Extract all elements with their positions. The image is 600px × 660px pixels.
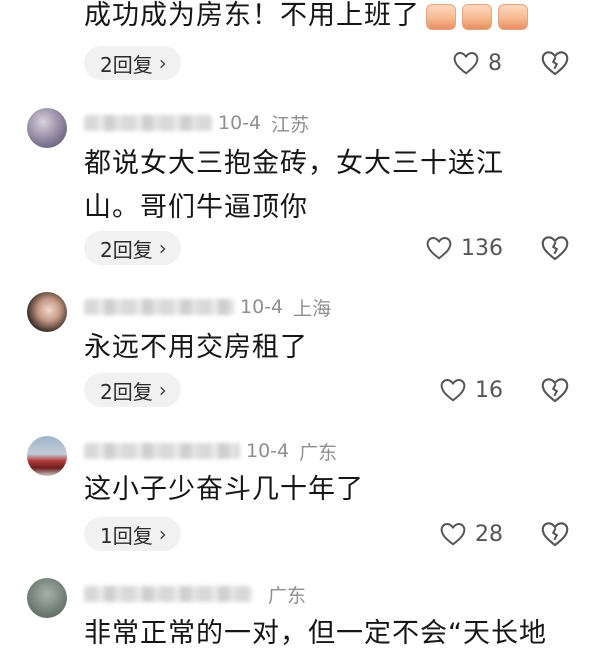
comment-text: 这小子少奋斗几十年了 [84, 474, 364, 505]
comment-location: 广东 [299, 441, 338, 464]
heart-outline-icon [440, 523, 466, 546]
heart-outline-icon [453, 52, 479, 75]
dislike-button[interactable] [541, 231, 569, 265]
avatar[interactable] [27, 292, 67, 332]
comment-text: 非常正常的一对，但一定不会“天长地 [84, 618, 547, 649]
avatar[interactable] [27, 436, 67, 476]
heart-outline-icon [440, 379, 466, 402]
broken-heart-icon [541, 522, 569, 547]
comment-meta: 10-4 广东 [84, 439, 338, 464]
like-count: 16 [475, 377, 503, 403]
username-blurred[interactable] [84, 115, 212, 131]
username-blurred[interactable] [84, 443, 240, 459]
view-replies-button[interactable]: 2回复 › [84, 231, 181, 265]
heart-outline-icon [426, 237, 452, 260]
broken-heart-icon [541, 236, 569, 261]
comment-meta: 10-4 江苏 [84, 111, 310, 136]
comment-meta: 10-4 上海 [84, 295, 332, 320]
comment-location: 江苏 [271, 113, 310, 136]
like-button[interactable]: 28 [440, 517, 503, 551]
comment-location: 广东 [268, 584, 307, 607]
username-blurred[interactable] [84, 299, 234, 315]
broken-heart-icon [541, 51, 569, 76]
dislike-button[interactable] [541, 46, 569, 80]
avatar[interactable] [27, 578, 67, 618]
comment-text: 成功成为房东！不用上班了 [84, 0, 584, 38]
like-count: 8 [488, 50, 502, 76]
avatar[interactable] [27, 108, 67, 148]
like-button[interactable]: 8 [453, 46, 502, 80]
like-button[interactable]: 136 [426, 231, 503, 265]
like-button[interactable]: 16 [440, 373, 503, 407]
chevron-right-icon: › [158, 51, 167, 75]
chevron-right-icon: › [158, 522, 167, 546]
dislike-button[interactable] [541, 517, 569, 551]
view-replies-button[interactable]: 2回复 › [84, 373, 181, 407]
clap-emoji-icon [462, 3, 492, 30]
comment-location: 上海 [293, 297, 332, 320]
chevron-right-icon: › [158, 236, 167, 260]
broken-heart-icon [541, 378, 569, 403]
comment-meta: 广东 [84, 582, 307, 607]
view-replies-button[interactable]: 1回复 › [84, 517, 181, 551]
like-count: 136 [461, 235, 503, 261]
comment-date: 10-4 [240, 296, 284, 318]
comment-date: 10-4 [246, 440, 290, 462]
comment-text: 都说女大三抱金砖，女大三十送江 山。哥们牛逼顶你 [84, 148, 504, 223]
clap-emoji-icon [498, 3, 528, 30]
clap-emoji-icon [426, 3, 456, 30]
username-blurred[interactable] [84, 586, 252, 602]
like-count: 28 [475, 521, 503, 547]
view-replies-button[interactable]: 2回复 › [84, 46, 181, 80]
chevron-right-icon: › [158, 378, 167, 402]
dislike-button[interactable] [541, 373, 569, 407]
comment-date: 10-4 [218, 112, 262, 134]
comment-text: 永远不用交房租了 [84, 332, 308, 363]
